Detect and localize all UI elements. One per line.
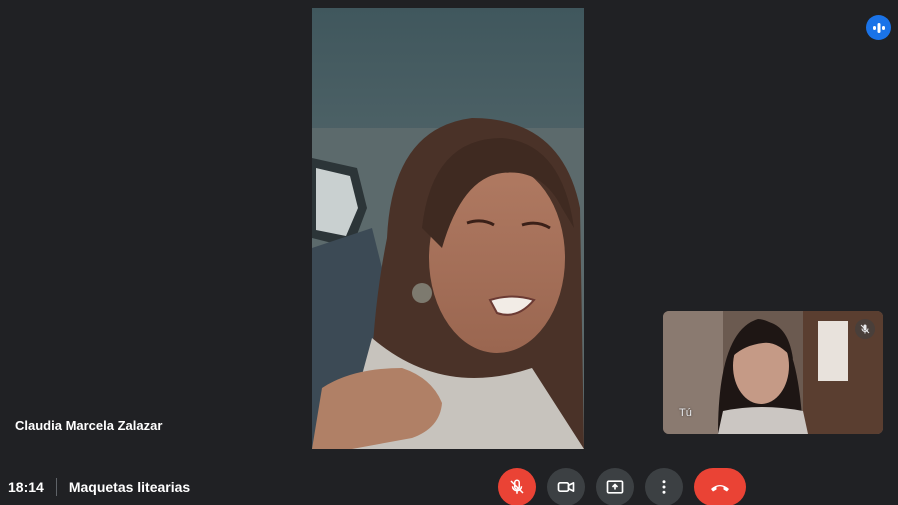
call-end-icon: [711, 485, 729, 492]
videocam-icon: [557, 482, 575, 492]
main-video-tile[interactable]: [312, 8, 584, 449]
camera-toggle-button[interactable]: [547, 468, 585, 505]
present-screen-icon: [606, 480, 624, 494]
self-view-tile[interactable]: Tú: [663, 311, 883, 434]
more-vert-icon: [662, 480, 666, 494]
meet-stage: Claudia Marcela Zalazar Tú 18:14 Maqueta…: [0, 0, 898, 505]
meeting-time: 18:14: [8, 479, 44, 495]
call-controls: [498, 468, 746, 505]
speaker-video-frame: [312, 8, 584, 449]
mic-off-icon: [510, 479, 524, 494]
more-options-button[interactable]: [645, 468, 683, 505]
meeting-title[interactable]: Maquetas litearias: [69, 479, 190, 495]
self-label: Tú: [679, 407, 692, 419]
mic-toggle-button[interactable]: [498, 468, 536, 505]
self-mic-off-icon: [855, 319, 875, 339]
speaker-name-label: Claudia Marcela Zalazar: [15, 418, 163, 433]
meeting-info: 18:14 Maquetas litearias: [8, 478, 190, 496]
info-divider: [55, 478, 57, 496]
audio-level-icon: [866, 15, 891, 40]
leave-call-button[interactable]: [694, 468, 746, 505]
self-video-frame: [663, 311, 883, 434]
present-screen-button[interactable]: [596, 468, 634, 505]
